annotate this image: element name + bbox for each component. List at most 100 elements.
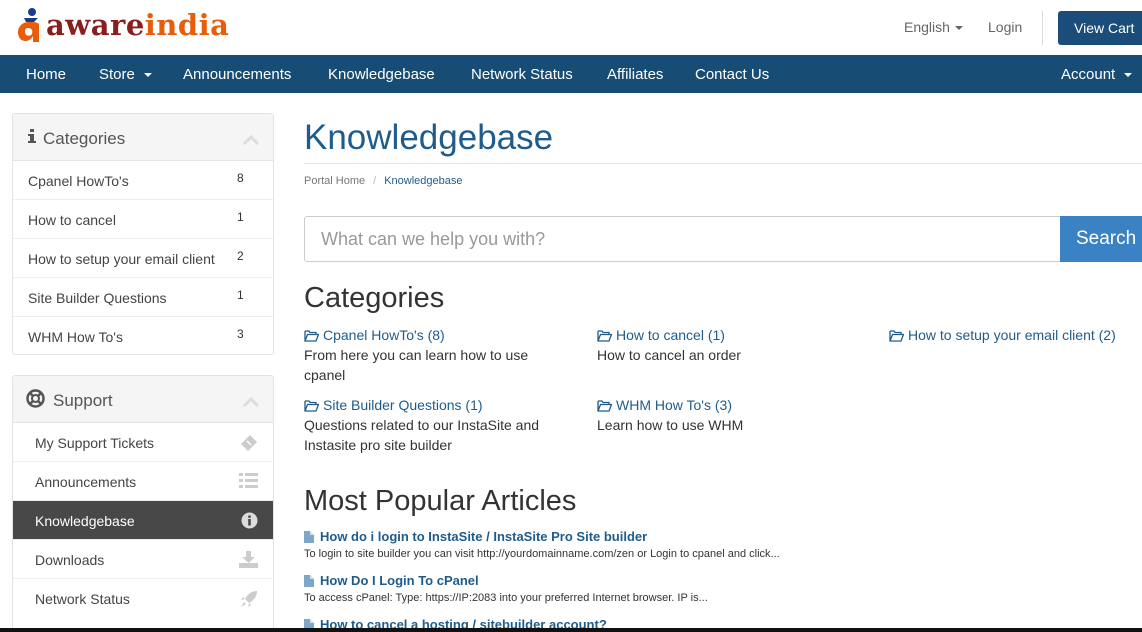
sidebar-category-item[interactable]: Site Builder Questions 1 xyxy=(13,278,273,317)
chevron-down-icon xyxy=(143,73,152,78)
support-panel-title: Support xyxy=(53,391,113,410)
article-link[interactable]: How do i login to InstaSite / InstaSite … xyxy=(304,528,1134,546)
sidebar-item-network-status[interactable]: Network Status xyxy=(13,579,273,618)
categories-panel-header[interactable]: Categories xyxy=(13,114,273,161)
file-icon xyxy=(304,575,314,587)
article-item: How Do I Login To cPanel To access cPane… xyxy=(304,572,1134,606)
view-cart-button[interactable]: View Cart xyxy=(1058,11,1142,45)
sidebar-category-count: 2 xyxy=(237,249,244,263)
category-link[interactable]: How to setup your email client (2) xyxy=(889,325,1142,345)
folder-open-icon xyxy=(304,330,320,342)
sidebar-item-label: Announcements xyxy=(35,474,137,490)
categories-panel: Categories Cpanel HowTo's 8 How to cance… xyxy=(12,113,274,355)
breadcrumb-separator: / xyxy=(373,175,377,187)
sidebar-item-downloads[interactable]: Downloads xyxy=(13,540,273,579)
article-title: How Do I Login To cPanel xyxy=(320,573,479,588)
breadcrumb: Portal Home / Knowledgebase xyxy=(304,175,463,187)
sidebar-category-item[interactable]: WHM How To's 3 xyxy=(13,317,273,356)
category-link[interactable]: Site Builder Questions (1) xyxy=(304,395,574,415)
category-card: Site Builder Questions (1) Questions rel… xyxy=(304,395,574,455)
logo-word-aware: aware xyxy=(46,7,145,42)
category-link-label: Cpanel HowTo's (8) xyxy=(323,327,445,343)
logo-mark-icon xyxy=(14,6,44,44)
search-button[interactable]: Search xyxy=(1060,216,1142,262)
chevron-up-icon[interactable] xyxy=(242,132,260,150)
article-snippet: To access cPanel: Type: https://IP:2083 … xyxy=(304,592,708,604)
article-link[interactable]: How to cancel a hosting / sitebuilder ac… xyxy=(304,616,1134,628)
category-link-label: How to setup your email client (2) xyxy=(908,327,1116,343)
category-link[interactable]: Cpanel HowTo's (8) xyxy=(304,325,574,345)
nav-announcements[interactable]: Announcements xyxy=(183,66,291,83)
nav-network-status[interactable]: Network Status xyxy=(471,66,573,83)
nav-account-label: Account xyxy=(1061,66,1116,83)
nav-knowledgebase[interactable]: Knowledgebase xyxy=(328,66,435,83)
sidebar-category-label: WHM How To's xyxy=(28,329,123,345)
nav-account[interactable]: Account xyxy=(1061,66,1133,83)
sidebar-item-label: Downloads xyxy=(35,552,105,568)
category-link[interactable]: WHM How To's (3) xyxy=(597,395,867,415)
list-icon xyxy=(239,473,258,491)
top-header: awareindia English Login View Cart xyxy=(0,0,1142,55)
article-link[interactable]: How Do I Login To cPanel xyxy=(304,572,1134,590)
category-link-label: WHM How To's (3) xyxy=(616,397,732,413)
language-selector[interactable]: English xyxy=(904,19,963,35)
header-divider xyxy=(1042,11,1043,45)
nav-home[interactable]: Home xyxy=(26,66,66,83)
article-title: How do i login to InstaSite / InstaSite … xyxy=(320,529,648,544)
sidebar-category-label: How to setup your email client xyxy=(28,251,215,267)
category-card: How to setup your email client (2) xyxy=(889,325,1142,345)
folder-open-icon xyxy=(597,400,613,412)
sidebar-item-label: My Support Tickets xyxy=(35,435,155,451)
life-ring-icon xyxy=(26,389,45,413)
category-link[interactable]: How to cancel (1) xyxy=(597,325,867,345)
chevron-up-icon[interactable] xyxy=(242,394,260,412)
logo-word-india: india xyxy=(144,7,230,42)
category-card: How to cancel (1) How to cancel an order xyxy=(597,325,867,365)
sidebar-item-knowledgebase[interactable]: Knowledgebase xyxy=(13,501,273,540)
sidebar-category-count: 8 xyxy=(237,171,244,185)
file-icon xyxy=(304,531,314,543)
sidebar-category-item[interactable]: Cpanel HowTo's 8 xyxy=(13,161,273,200)
title-divider xyxy=(304,163,1142,164)
sidebar-category-item[interactable]: How to cancel 1 xyxy=(13,200,273,239)
sidebar-item-label: Knowledgebase xyxy=(35,513,135,529)
ticket-icon xyxy=(240,434,258,455)
sidebar-category-label: How to cancel xyxy=(28,212,116,228)
category-link-label: Site Builder Questions (1) xyxy=(323,397,483,413)
page-title: Knowledgebase xyxy=(304,118,554,157)
sidebar-item-my-support-tickets[interactable]: My Support Tickets xyxy=(13,423,273,462)
sidebar-item-announcements[interactable]: Announcements xyxy=(13,462,273,501)
popular-articles-heading: Most Popular Articles xyxy=(304,485,577,517)
categories-heading: Categories xyxy=(304,282,445,314)
sidebar-item-label: Network Status xyxy=(35,591,130,607)
info-icon xyxy=(27,128,37,149)
main-navbar: Home Store Announcements Knowledgebase N… xyxy=(0,55,1142,93)
breadcrumb-home[interactable]: Portal Home xyxy=(304,175,365,187)
logo-wordmark: awareindia xyxy=(46,7,230,42)
language-label: English xyxy=(904,19,950,35)
nav-store[interactable]: Store xyxy=(99,66,152,83)
article-title: How to cancel a hosting / sitebuilder ac… xyxy=(320,617,607,628)
folder-open-icon xyxy=(889,330,905,342)
support-panel-header[interactable]: Support xyxy=(13,376,273,423)
nav-affiliates[interactable]: Affiliates xyxy=(607,66,663,83)
breadcrumb-current[interactable]: Knowledgebase xyxy=(384,175,462,187)
nav-store-label: Store xyxy=(99,66,135,83)
file-icon xyxy=(304,619,314,628)
chevron-down-icon xyxy=(954,26,963,31)
login-link[interactable]: Login xyxy=(988,19,1022,35)
site-logo[interactable]: awareindia xyxy=(14,5,229,45)
article-snippet: To login to site builder you can visit h… xyxy=(304,548,780,560)
folder-open-icon xyxy=(597,330,613,342)
chevron-down-icon xyxy=(1124,73,1133,78)
category-description: From here you can learn how to use cpane… xyxy=(304,347,529,383)
info-circle-icon xyxy=(241,512,258,532)
rocket-icon xyxy=(240,590,258,611)
nav-contact-us[interactable]: Contact Us xyxy=(695,66,769,83)
search-input[interactable] xyxy=(304,216,1061,262)
window-bottom-edge xyxy=(0,628,1142,632)
category-description: Questions related to our InstaSite and I… xyxy=(304,417,540,453)
article-item: How do i login to InstaSite / InstaSite … xyxy=(304,528,1134,562)
sidebar-category-item[interactable]: How to setup your email client 2 xyxy=(13,239,273,278)
category-card: Cpanel HowTo's (8) From here you can lea… xyxy=(304,325,574,385)
